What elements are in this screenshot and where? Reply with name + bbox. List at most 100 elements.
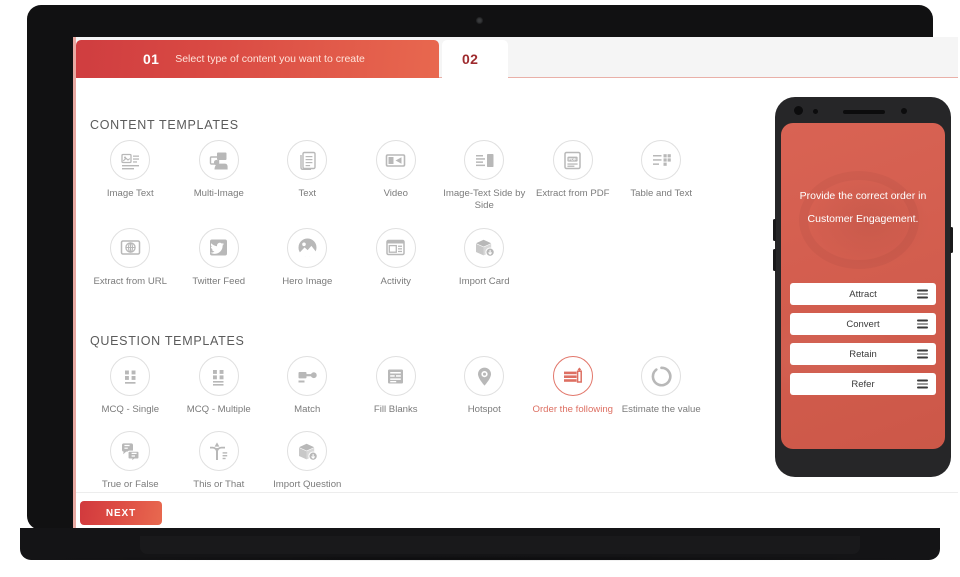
template-tile-label: Hero Image [282, 275, 333, 287]
laptop-device-frame: 01 Select type of content you want to cr… [27, 5, 958, 535]
drag-handle-icon[interactable] [917, 349, 928, 359]
template-tile-import-question[interactable]: Import Question [263, 431, 352, 491]
question-templates-grid: MCQ - Single MCQ - Multiple Match Fill B… [86, 356, 776, 507]
drag-handle-icon[interactable] [917, 379, 928, 389]
template-tile-label: Hotspot [467, 404, 501, 415]
template-tile-hotspot[interactable]: Hotspot [440, 356, 529, 416]
pdf-icon: PDF [552, 140, 593, 180]
this-or-that-icon [198, 431, 239, 472]
template-tile-order-the-following[interactable]: Order the following [529, 356, 618, 416]
template-tile-multi-image[interactable]: Multi-Image [175, 140, 264, 213]
hotspot-pin-icon [464, 356, 505, 396]
phone-sensor-small-icon [813, 109, 818, 114]
phone-volume-down-button[interactable] [773, 249, 776, 271]
phone-question-line-1: Provide the correct order in [799, 190, 927, 202]
template-tile-this-or-that[interactable]: This or That [175, 431, 264, 491]
phone-power-button[interactable] [950, 227, 953, 253]
template-tile-estimate-the-value[interactable]: Estimate the value [617, 356, 706, 416]
activity-icon [375, 227, 416, 268]
laptop-base-notch [140, 536, 860, 554]
template-tile-label: Extract from PDF [535, 188, 610, 199]
tab-step-02-number: 02 [462, 51, 479, 67]
phone-earpiece-speaker-icon [843, 110, 885, 114]
template-tile-mcq-multiple[interactable]: MCQ - Multiple [175, 356, 264, 416]
template-tile-label: Order the following [532, 404, 614, 415]
image-text-side-icon [464, 140, 505, 180]
phone-front-camera-icon [794, 106, 803, 115]
template-tile-extract-from-url[interactable]: Extract from URL [86, 227, 175, 288]
phone-sensor-icon [901, 108, 907, 114]
template-tile-activity[interactable]: Activity [352, 227, 441, 288]
true-false-icon [110, 431, 151, 472]
step-tabbar: 01 Select type of content you want to cr… [76, 37, 958, 78]
template-tile-video[interactable]: Video [352, 140, 441, 213]
phone-option-label: Refer [851, 378, 875, 390]
svg-text:PDF: PDF [569, 156, 578, 161]
phone-option-label: Convert [846, 318, 880, 330]
order-following-icon [552, 356, 593, 396]
laptop-shadow [35, 556, 925, 561]
template-tile-label: True or False [101, 479, 159, 491]
template-tile-label: Extract from URL [93, 275, 168, 287]
multi-image-icon [198, 140, 239, 180]
tab-step-02[interactable]: 02 [442, 40, 508, 78]
phone-question-prompt: Provide the correct order in Customer En… [791, 185, 935, 230]
template-tile-label: Import Card [458, 275, 510, 287]
template-tile-label: Activity [380, 275, 411, 287]
phone-preview-device: Provide the correct order in Customer En… [773, 97, 953, 477]
template-tile-label: Multi-Image [193, 188, 244, 199]
template-tile-label: Image-Text Side by Side [443, 188, 526, 212]
phone-option-attract[interactable]: Attract [790, 283, 936, 305]
drag-handle-icon[interactable] [917, 289, 928, 299]
template-tile-label: Import Question [273, 479, 342, 491]
drag-handle-icon[interactable] [917, 319, 928, 329]
template-tile-fill-blanks[interactable]: Fill Blanks [352, 356, 441, 416]
template-tile-label: Image Text [106, 188, 154, 199]
phone-option-convert[interactable]: Convert [790, 313, 936, 335]
template-tile-mcq-single[interactable]: MCQ - Single [86, 356, 175, 416]
content-templates-heading: CONTENT TEMPLATES [90, 118, 239, 132]
tab-step-01-number: 01 [143, 51, 160, 67]
laptop-camera-icon [476, 17, 483, 24]
template-tile-table-and-text[interactable]: Table and Text [617, 140, 706, 213]
phone-screen: Provide the correct order in Customer En… [781, 123, 945, 449]
template-tile-label: Estimate the value [621, 404, 701, 415]
phone-option-label: Attract [849, 288, 877, 300]
mcq-multiple-icon [198, 356, 239, 396]
match-icon [287, 356, 328, 396]
phone-option-label: Retain [849, 348, 877, 360]
template-tile-true-or-false[interactable]: True or False [86, 431, 175, 491]
template-tile-image-text[interactable]: Image Text [86, 140, 175, 213]
template-tile-import-card[interactable]: Import Card [440, 227, 529, 288]
import-question-icon [287, 431, 328, 472]
table-text-icon [641, 140, 682, 180]
template-tile-image-text-side-by-side[interactable]: Image-Text Side by Side [440, 140, 529, 213]
fill-blanks-icon [375, 356, 416, 396]
template-tile-label: Match [294, 404, 321, 415]
template-tile-label: Twitter Feed [192, 275, 246, 287]
next-button[interactable]: NEXT [80, 501, 162, 525]
content-templates-grid: Image Text Multi-Image Text Video Image-… [86, 140, 776, 303]
template-tile-label: Table and Text [630, 188, 693, 199]
template-tile-extract-from-pdf[interactable]: PDF Extract from PDF [529, 140, 618, 213]
phone-option-retain[interactable]: Retain [790, 343, 936, 365]
template-tile-label: Text [298, 188, 317, 199]
video-icon [375, 140, 416, 180]
app-screen: 01 Select type of content you want to cr… [73, 37, 958, 535]
template-tile-label: This or That [193, 479, 245, 491]
text-icon [287, 140, 328, 180]
template-tile-text[interactable]: Text [263, 140, 352, 213]
phone-question-line-2: Customer Engagement. [807, 212, 919, 225]
phone-volume-up-button[interactable] [773, 219, 776, 241]
template-tile-label: Video [383, 188, 408, 199]
phone-answer-options-list: Attract Convert Retain Refer [790, 283, 936, 403]
template-tile-label: Fill Blanks [373, 404, 418, 415]
template-tile-hero-image[interactable]: Hero Image [263, 227, 352, 288]
image-text-icon [110, 140, 151, 180]
twitter-icon [198, 227, 239, 268]
tab-step-01[interactable]: 01 Select type of content you want to cr… [76, 40, 439, 78]
phone-option-refer[interactable]: Refer [790, 373, 936, 395]
template-tile-twitter-feed[interactable]: Twitter Feed [175, 227, 264, 288]
template-tile-label: MCQ - Multiple [186, 404, 251, 415]
template-tile-match[interactable]: Match [263, 356, 352, 416]
